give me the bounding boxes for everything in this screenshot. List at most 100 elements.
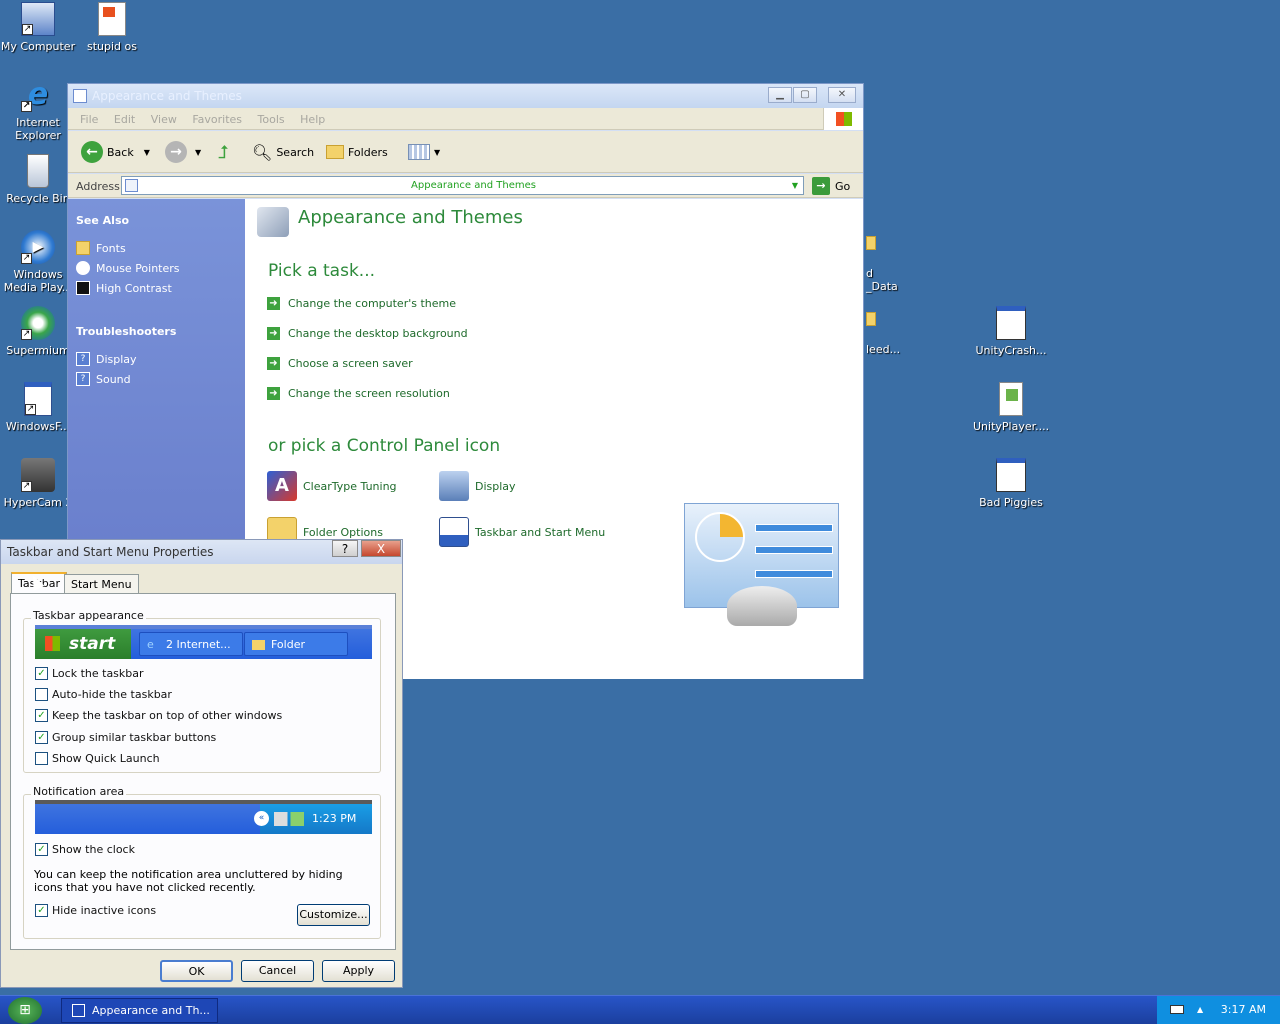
desktop-icon-label-partial[interactable]: _Data <box>866 280 898 293</box>
checkbox-auto-hide[interactable]: Auto-hide the taskbar <box>35 688 172 701</box>
taskbar-preview: start e 2 Internet... Folder <box>35 625 372 659</box>
checkbox-keep-on-top[interactable]: ✓ Keep the taskbar on top of other window… <box>35 709 282 722</box>
document-icon <box>98 2 126 36</box>
menu-favorites[interactable]: Favorites <box>192 113 242 126</box>
task-label: Change the computer's theme <box>288 297 456 310</box>
keyboard-icon[interactable] <box>1170 1005 1184 1014</box>
desktop-icon-windowsf[interactable]: ↗ WindowsF... <box>0 382 76 433</box>
taskbar-button-appearance[interactable]: Appearance and Th... <box>61 998 218 1023</box>
desktop-icon-hypercam[interactable]: ↗ HyperCam 2 <box>0 458 76 509</box>
menu-edit[interactable]: Edit <box>114 113 135 126</box>
task-link[interactable]: ➜ Choose a screen saver <box>267 357 413 370</box>
back-button[interactable]: ← Back ▼ <box>81 141 150 163</box>
desktop-icon-my-computer[interactable]: ↗ My Computer <box>0 2 76 53</box>
see-also-high-contrast[interactable]: High Contrast <box>76 281 172 295</box>
clock[interactable]: 3:17 AM <box>1221 996 1266 1023</box>
desktop-icon-stupid-os[interactable]: stupid os <box>74 2 150 53</box>
desktop-icon-label: Recycle Bin <box>6 192 70 205</box>
address-bar: Address Appearance and Themes ▼ → Go <box>68 174 863 198</box>
search-label: Search <box>276 145 315 159</box>
troubleshooter-display[interactable]: ? Display <box>76 352 137 366</box>
desktop-icon-label-partial[interactable]: leed... <box>866 343 900 356</box>
page-title: Appearance and Themes <box>298 207 523 228</box>
desktop-icon-media-player[interactable]: ▶ ↗ Windows Media Play... <box>0 230 76 294</box>
my-computer-icon: ↗ <box>21 2 55 36</box>
see-also-fonts[interactable]: Fonts <box>76 241 126 255</box>
desktop-icon-unityplayer[interactable]: UnityPlayer.... <box>973 382 1049 433</box>
search-button[interactable]: 🔍︎ Search <box>252 141 314 163</box>
task-link[interactable]: ➜ Change the computer's theme <box>267 297 456 310</box>
cancel-button[interactable]: Cancel <box>241 960 314 982</box>
see-also-label: High Contrast <box>96 281 172 295</box>
menu-tools[interactable]: Tools <box>258 113 285 126</box>
desktop-icon-label: UnityCrash... <box>975 344 1047 357</box>
minimize-button[interactable]: ▁ <box>768 87 792 103</box>
notification-preview: « 1:23 PM <box>35 800 372 834</box>
cleartype-icon: A <box>267 471 297 501</box>
customize-button[interactable]: Customize... <box>297 904 370 926</box>
checkbox-lock-taskbar[interactable]: ✓ Lock the taskbar <box>35 667 144 680</box>
menu-bar: File Edit View Favorites Tools Help <box>68 108 863 130</box>
control-panel-icon <box>73 89 87 103</box>
search-icon: 🔍︎ <box>252 142 273 162</box>
views-button[interactable]: ▼ <box>408 141 440 163</box>
cp-icon-taskbar-start-menu[interactable]: Taskbar and Start Menu <box>439 517 605 547</box>
go-button[interactable]: → Go <box>812 177 850 195</box>
desktop-icon-unitycrash[interactable]: UnityCrash... <box>973 306 1049 357</box>
start-button[interactable]: ⊞ <box>8 997 42 1024</box>
appearance-themes-icon <box>257 207 289 237</box>
apply-button[interactable]: Apply <box>322 960 395 982</box>
checkbox-group-buttons[interactable]: ✓ Group similar taskbar buttons <box>35 731 216 744</box>
appearance-illustration <box>684 503 839 626</box>
chevron-up-icon[interactable]: ▲ <box>1197 996 1203 1023</box>
menu-help[interactable]: Help <box>300 113 325 126</box>
desktop-icon-label: Bad Piggies <box>979 496 1043 509</box>
desktop-icon-supermium[interactable]: ↗ Supermium <box>0 306 76 357</box>
checkbox-label: Keep the taskbar on top of other windows <box>52 709 283 722</box>
task-link[interactable]: ➜ Change the desktop background <box>267 327 468 340</box>
title-bar[interactable]: Appearance and Themes ▁ ▢ ✕ <box>68 84 863 108</box>
menu-file[interactable]: File <box>80 113 98 126</box>
help-icon: ? <box>76 352 90 366</box>
dialog-title-bar[interactable]: Taskbar and Start Menu Properties ? X <box>1 540 402 564</box>
window-icon: ↗ <box>24 382 52 416</box>
up-button[interactable]: ⮥ <box>218 141 229 163</box>
control-panel-icon <box>72 1004 85 1017</box>
toolbar: ← Back ▼ → ▼ ⮥ 🔍︎ Search Folders ▼ <box>68 131 863 173</box>
address-dropdown-arrow-icon[interactable]: ▼ <box>787 177 803 194</box>
menu-view[interactable]: View <box>151 113 177 126</box>
maximize-button[interactable]: ▢ <box>793 87 817 103</box>
internet-explorer-icon: e <box>147 638 154 651</box>
checkbox-label: Auto-hide the taskbar <box>52 688 172 701</box>
folders-button[interactable]: Folders <box>326 141 388 163</box>
checkbox-hide-inactive[interactable]: ✓ Hide inactive icons <box>35 904 156 917</box>
chevron-left-icon: « <box>254 811 269 826</box>
desktop-icon-recycle-bin[interactable]: Recycle Bin <box>0 154 76 205</box>
tab-start-menu[interactable]: Start Menu <box>64 574 139 594</box>
see-also-mouse-pointers[interactable]: Mouse Pointers <box>76 261 180 275</box>
close-button[interactable]: ✕ <box>828 87 856 103</box>
close-button[interactable]: X <box>361 540 401 557</box>
folders-icon <box>326 145 344 159</box>
troubleshooter-sound[interactable]: ? Sound <box>76 372 131 386</box>
checkbox-quick-launch[interactable]: Show Quick Launch <box>35 752 160 765</box>
address-input[interactable]: Appearance and Themes ▼ <box>121 176 804 195</box>
desktop-icon-internet-explorer[interactable]: e ↗ Internet Explorer <box>0 77 76 143</box>
preview-button-label: 2 Internet... <box>166 638 231 651</box>
ok-button[interactable]: OK <box>160 960 233 982</box>
internet-explorer-icon: e ↗ <box>21 77 49 112</box>
address-label: Address <box>76 180 120 193</box>
hypercam-icon: ↗ <box>21 458 55 492</box>
cp-icon-display[interactable]: Display <box>439 471 516 501</box>
checkbox-label: Group similar taskbar buttons <box>52 731 217 744</box>
media-player-icon: ▶ ↗ <box>21 230 55 264</box>
forward-button[interactable]: → ▼ <box>165 141 201 163</box>
preview-taskbar-button: Folder <box>244 632 348 656</box>
help-button[interactable]: ? <box>332 540 358 557</box>
cp-icon-cleartype[interactable]: A ClearType Tuning <box>267 471 397 501</box>
green-arrow-icon: ➜ <box>267 387 280 400</box>
checkbox-show-clock[interactable]: ✓ Show the clock <box>35 843 135 856</box>
desktop-icon-bad-piggies[interactable]: Bad Piggies <box>973 458 1049 509</box>
task-link[interactable]: ➜ Change the screen resolution <box>267 387 450 400</box>
desktop-icon-label-partial[interactable]: d <box>866 267 873 280</box>
